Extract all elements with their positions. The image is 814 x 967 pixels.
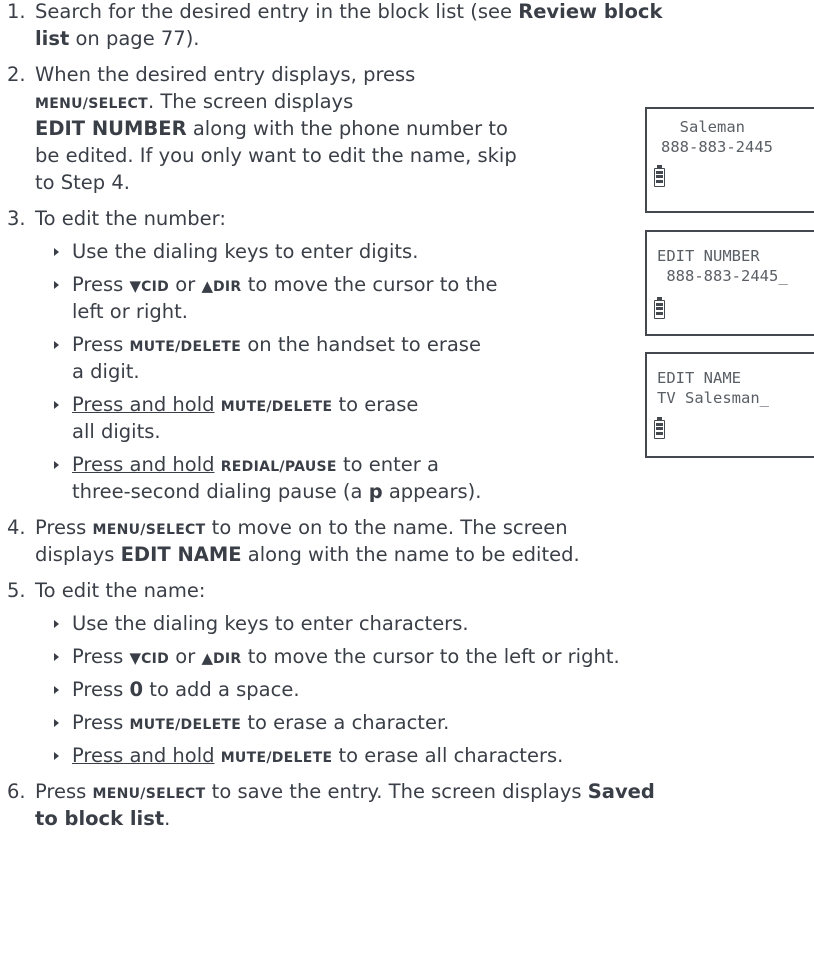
step-3-line-1: To edit the number: (35, 207, 226, 230)
step-3-bullet-2: Press ▼CID or ▲DIR to move the cursor to… (72, 273, 498, 296)
step-4-line-1: Press MENU/SELECT to move on to the name… (35, 516, 568, 539)
step-3-bullet-3-cont: a digit. (72, 360, 140, 383)
bullet-icon (54, 248, 59, 256)
step-3-bullet-3: Press MUTE/DELETE on the handset to eras… (72, 333, 481, 356)
battery-icon (654, 417, 665, 439)
step-3-number: 3. (7, 207, 26, 230)
bullet-icon (54, 281, 59, 289)
step-2-line-1: When the desired entry displays, press (35, 63, 416, 86)
lcd-line-2: 888-883-2445 (661, 138, 773, 156)
up-arrow-icon: ▲ (201, 649, 213, 667)
lcd-line-1: EDIT NAME (657, 369, 741, 387)
bullet-icon (54, 686, 59, 694)
step-2-line-2: MENU/SELECT. The screen displays (35, 90, 354, 113)
step-2-number: 2. (7, 63, 26, 86)
step-3-bullet-1: Use the dialing keys to enter digits. (72, 240, 419, 263)
step-3-bullet-2-cont: left or right. (72, 300, 188, 323)
battery-icon (654, 297, 665, 319)
lcd-line-2: 888-883-2445_ (657, 267, 788, 285)
down-arrow-icon: ▼ (129, 649, 142, 667)
bullet-icon (54, 719, 59, 727)
bullet-icon (54, 752, 59, 760)
up-arrow-icon: ▲ (201, 277, 213, 295)
step-5-bullet-4: Press MUTE/DELETE to erase a character. (72, 711, 450, 734)
lcd-screen-edit-number: EDIT NUMBER 888-883-2445_ (645, 230, 814, 336)
step-1-number: 1. (7, 0, 26, 23)
step-6-line-1: Press MENU/SELECT to save the entry. The… (35, 780, 655, 803)
bullet-icon (54, 401, 59, 409)
step-2-line-4: be edited. If you only want to edit the … (35, 144, 517, 167)
bullet-icon (54, 620, 59, 628)
step-5-bullet-1: Use the dialing keys to enter characters… (72, 612, 469, 635)
step-1-text: Search for the desired entry in the bloc… (35, 0, 663, 23)
step-3-bullet-5-cont: three-second dialing pause (a p appears)… (72, 480, 482, 503)
step-2-line-3: EDIT NUMBER along with the phone number … (35, 117, 508, 140)
step-5-bullet-2: Press ▼CID or ▲DIR to move the cursor to… (72, 645, 620, 668)
lcd-line-1: Saleman (661, 118, 745, 136)
step-5-bullet-3: Press 0 to add a space. (72, 678, 300, 701)
step-3-bullet-4-cont: all digits. (72, 420, 161, 443)
lcd-screen-saleman: Saleman 888-883-2445 (645, 107, 814, 213)
bullet-icon (54, 653, 59, 661)
lcd-line-1: EDIT NUMBER (657, 247, 760, 265)
step-3-bullet-4: Press and hold MUTE/DELETE to erase (72, 393, 419, 416)
step-3-bullet-5: Press and hold REDIAL/PAUSE to enter a (72, 453, 439, 476)
step-6-line-2: to block list. (35, 807, 171, 830)
step-5-number: 5. (7, 579, 26, 602)
step-2-line-5: to Step 4. (35, 171, 130, 194)
manual-page: 1. Search for the desired entry in the b… (0, 0, 814, 967)
step-1-text-2: list on page 77). (35, 27, 200, 50)
step-5-line-1: To edit the name: (35, 579, 206, 602)
step-4-line-2: displays EDIT NAME along with the name t… (35, 543, 580, 566)
bullet-icon (54, 461, 59, 469)
down-arrow-icon: ▼ (129, 277, 142, 295)
bullet-icon (54, 341, 59, 349)
step-6-number: 6. (7, 780, 26, 803)
step-5-bullet-5: Press and hold MUTE/DELETE to erase all … (72, 744, 564, 767)
lcd-line-2: TV Salesman_ (657, 389, 769, 407)
battery-icon (654, 165, 665, 187)
step-4-number: 4. (7, 516, 26, 539)
lcd-screen-edit-name: EDIT NAME TV Salesman_ (645, 352, 814, 458)
